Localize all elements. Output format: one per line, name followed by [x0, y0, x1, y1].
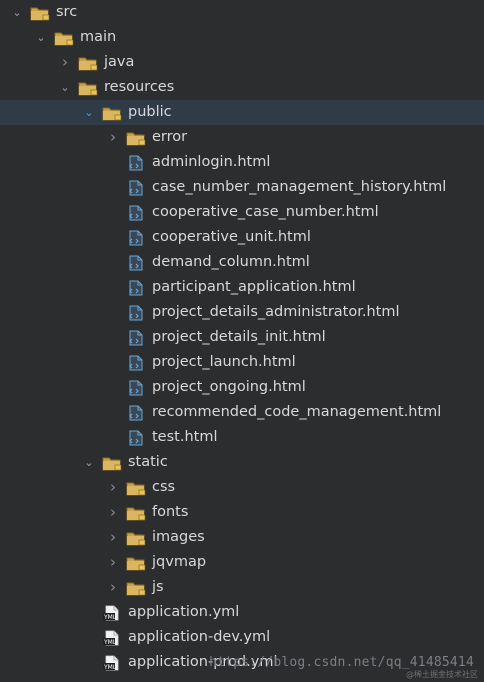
tree-item-case-number-management-history-html[interactable]: case_number_management_history.html — [0, 175, 484, 200]
tree-item-label: fonts — [152, 504, 189, 520]
tree-item-label: test.html — [152, 429, 218, 445]
tree-item-label: cooperative_case_number.html — [152, 204, 379, 220]
folder-icon — [126, 505, 146, 521]
tree-item-images[interactable]: › images — [0, 525, 484, 550]
tree-item-cooperative-unit-html[interactable]: cooperative_unit.html — [0, 225, 484, 250]
folder-icon — [126, 530, 146, 546]
svg-text:YML: YML — [103, 614, 117, 621]
tree-item-label: project_ongoing.html — [152, 379, 306, 395]
tree-item-java[interactable]: › java — [0, 50, 484, 75]
tree-item-label: css — [152, 479, 176, 495]
project-tree: ⌄ src ⌄ main › java ⌄ resources ⌄ public › er… — [0, 0, 484, 675]
chevron-right-icon[interactable]: › — [106, 525, 120, 550]
chevron-down-icon[interactable]: ⌄ — [82, 100, 96, 125]
chevron-right-icon[interactable]: › — [106, 550, 120, 575]
tree-item-error[interactable]: › error — [0, 125, 484, 150]
tree-item-label: src — [56, 4, 78, 20]
tree-item-project-launch-html[interactable]: project_launch.html — [0, 350, 484, 375]
tree-item-resources[interactable]: ⌄ resources — [0, 75, 484, 100]
html-file-icon — [126, 155, 146, 171]
html-file-icon — [126, 405, 146, 421]
svg-text:YML: YML — [103, 664, 117, 671]
tree-item-main[interactable]: ⌄ main — [0, 25, 484, 50]
yml-file-icon: YML — [102, 655, 122, 671]
chevron-right-icon[interactable]: › — [106, 125, 120, 150]
tree-item-static[interactable]: ⌄ static — [0, 450, 484, 475]
tree-item-label: project_launch.html — [152, 354, 296, 370]
tree-item-recommended-code-management-html[interactable]: recommended_code_management.html — [0, 400, 484, 425]
tree-item-jqvmap[interactable]: › jqvmap — [0, 550, 484, 575]
html-file-icon — [126, 180, 146, 196]
folder-icon — [30, 5, 50, 21]
tree-item-label: js — [152, 579, 164, 595]
tree-item-label: participant_application.html — [152, 279, 356, 295]
tree-item-label: case_number_management_history.html — [152, 179, 447, 195]
tree-item-public[interactable]: ⌄ public — [0, 100, 484, 125]
html-file-icon — [126, 230, 146, 246]
tree-item-project-details-init-html[interactable]: project_details_init.html — [0, 325, 484, 350]
html-file-icon — [126, 205, 146, 221]
chevron-down-icon[interactable]: ⌄ — [58, 75, 72, 100]
tree-item-label: resources — [104, 79, 175, 95]
chevron-down-icon[interactable]: ⌄ — [10, 0, 24, 25]
tree-item-fonts[interactable]: › fonts — [0, 500, 484, 525]
chevron-down-icon[interactable]: ⌄ — [82, 450, 96, 475]
tree-item-label: adminlogin.html — [152, 154, 271, 170]
html-file-icon — [126, 280, 146, 296]
tree-item-label: project_details_administrator.html — [152, 304, 400, 320]
tree-item-label: recommended_code_management.html — [152, 404, 442, 420]
tree-item-demand-column-html[interactable]: demand_column.html — [0, 250, 484, 275]
tree-item-css[interactable]: › css — [0, 475, 484, 500]
tree-item-label: application.yml — [128, 604, 240, 620]
tree-item-label: jqvmap — [152, 554, 207, 570]
tree-item-label: main — [80, 29, 117, 45]
watermark-community: @稀土掘金技术社区 — [406, 670, 478, 679]
chevron-right-icon[interactable]: › — [106, 500, 120, 525]
folder-icon — [102, 455, 122, 471]
chevron-right-icon[interactable]: › — [106, 575, 120, 600]
watermark-url: https://blog.csdn.net/qq_41485414 — [209, 655, 474, 670]
tree-item-label: application-dev.yml — [128, 629, 271, 645]
html-file-icon — [126, 430, 146, 446]
tree-item-label: static — [128, 454, 168, 470]
chevron-right-icon[interactable]: › — [58, 50, 72, 75]
tree-item-adminlogin-html[interactable]: adminlogin.html — [0, 150, 484, 175]
tree-item-label: java — [104, 54, 135, 70]
folder-icon — [78, 80, 98, 96]
tree-item-label: project_details_init.html — [152, 329, 326, 345]
folder-icon — [126, 480, 146, 496]
tree-item-label: cooperative_unit.html — [152, 229, 311, 245]
tree-item-project-ongoing-html[interactable]: project_ongoing.html — [0, 375, 484, 400]
folder-icon — [126, 580, 146, 596]
chevron-right-icon[interactable]: › — [106, 475, 120, 500]
tree-item-application-dev-yml[interactable]: YML application-dev.yml — [0, 625, 484, 650]
tree-item-project-details-administrator-html[interactable]: project_details_administrator.html — [0, 300, 484, 325]
yml-file-icon: YML — [102, 605, 122, 621]
tree-item-label: error — [152, 129, 188, 145]
folder-icon — [54, 30, 74, 46]
html-file-icon — [126, 355, 146, 371]
tree-item-cooperative-case-number-html[interactable]: cooperative_case_number.html — [0, 200, 484, 225]
folder-icon — [78, 55, 98, 71]
folder-icon — [126, 555, 146, 571]
tree-item-src[interactable]: ⌄ src — [0, 0, 484, 25]
html-file-icon — [126, 255, 146, 271]
tree-item-application-yml[interactable]: YML application.yml — [0, 600, 484, 625]
tree-item-label: public — [128, 104, 172, 120]
html-file-icon — [126, 305, 146, 321]
yml-file-icon: YML — [102, 630, 122, 646]
tree-item-js[interactable]: › js — [0, 575, 484, 600]
html-file-icon — [126, 380, 146, 396]
tree-item-label: images — [152, 529, 205, 545]
chevron-down-icon[interactable]: ⌄ — [34, 25, 48, 50]
folder-icon — [126, 130, 146, 146]
tree-item-label: demand_column.html — [152, 254, 310, 270]
folder-icon — [102, 105, 122, 121]
svg-text:YML: YML — [103, 639, 117, 646]
html-file-icon — [126, 330, 146, 346]
tree-item-test-html[interactable]: test.html — [0, 425, 484, 450]
tree-item-participant-application-html[interactable]: participant_application.html — [0, 275, 484, 300]
